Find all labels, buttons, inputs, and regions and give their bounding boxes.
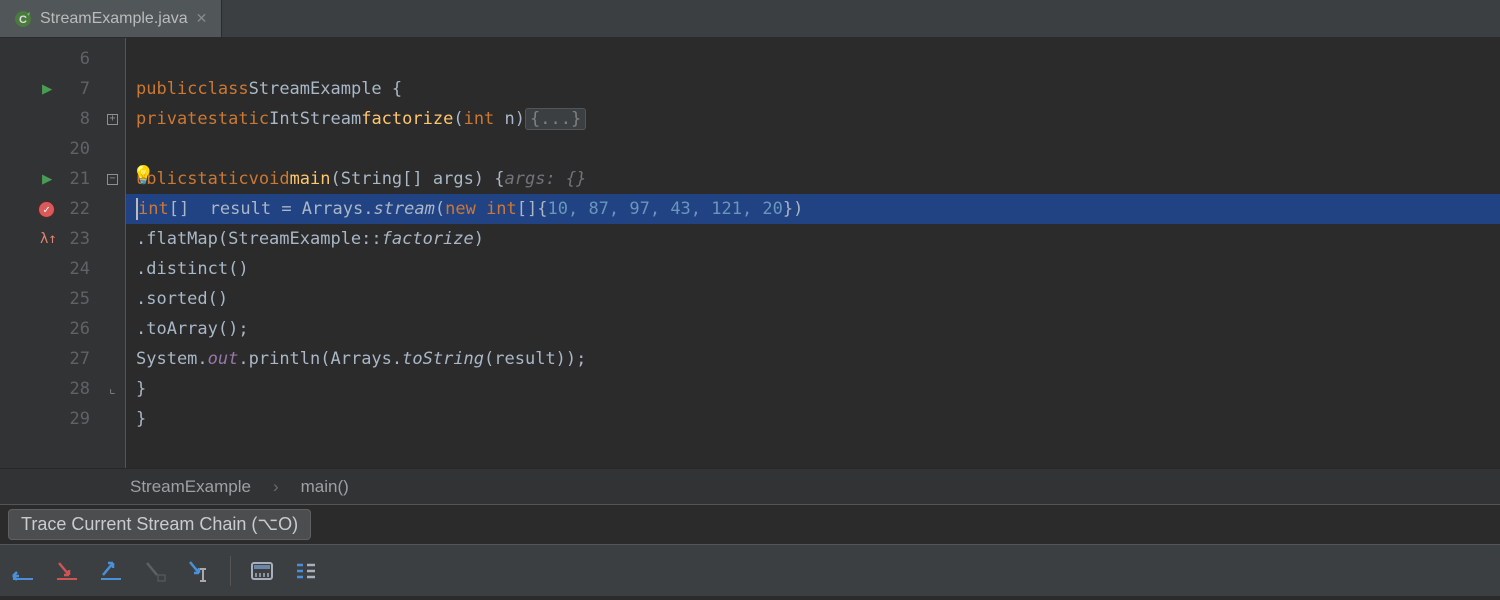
run-to-cursor-button[interactable] (186, 558, 212, 584)
svg-text:C: C (19, 14, 27, 26)
code-line: .distinct() (126, 254, 1500, 284)
trace-stream-chain-button[interactable] (293, 558, 319, 584)
step-over-button[interactable] (10, 558, 36, 584)
intention-bulb-icon[interactable]: 💡 (132, 165, 154, 186)
fold-collapse-icon[interactable]: − (107, 174, 118, 185)
evaluate-expression-button[interactable] (249, 558, 275, 584)
code-line: .sorted() (126, 284, 1500, 314)
editor-tab[interactable]: C StreamExample.java ✕ (0, 0, 222, 37)
chevron-right-icon: › (273, 477, 279, 497)
tab-filename: StreamExample.java (40, 10, 188, 28)
tooltip-row: Trace Current Stream Chain (⌥O) (0, 504, 1500, 544)
code-area[interactable]: 💡 public class StreamExample { private s… (126, 38, 1500, 468)
code-editor[interactable]: 6 ▶7 8 20 ▶21 ✓22 λ↑23 24 25 26 27 28 29… (0, 38, 1500, 468)
code-line: } (126, 374, 1500, 404)
tooltip: Trace Current Stream Chain (⌥O) (8, 509, 311, 540)
breadcrumb-class[interactable]: StreamExample (130, 477, 251, 497)
code-line: System.out.println(Arrays.toString(resul… (126, 344, 1500, 374)
close-icon[interactable]: ✕ (196, 10, 208, 27)
debug-toolbar (0, 544, 1500, 596)
fold-expand-icon[interactable]: + (107, 114, 118, 125)
line-number-gutter: 6 ▶7 8 20 ▶21 ✓22 λ↑23 24 25 26 27 28 29 (0, 38, 100, 468)
folded-region[interactable]: {...} (525, 108, 586, 130)
fold-end-icon[interactable]: ⌞ (108, 381, 116, 397)
code-line: .flatMap(StreamExample::factorize) (126, 224, 1500, 254)
code-line: } (126, 404, 1500, 434)
run-gutter-icon[interactable]: ▶ (42, 79, 52, 99)
tab-bar: C StreamExample.java ✕ (0, 0, 1500, 38)
breadcrumb-method[interactable]: main() (301, 477, 349, 497)
code-line: .toArray(); (126, 314, 1500, 344)
code-line: ublic static void main(String[] args) { … (126, 164, 1500, 194)
code-line: int[] result = Arrays.stream(new int[]{1… (126, 194, 1500, 224)
code-line: public class StreamExample { (126, 74, 1500, 104)
separator (230, 556, 231, 586)
breadcrumb: StreamExample › main() (0, 468, 1500, 504)
code-line (126, 134, 1500, 164)
step-into-button[interactable] (54, 558, 80, 584)
code-line: private static IntStream factorize(int n… (126, 104, 1500, 134)
breakpoint-icon[interactable]: ✓ (38, 201, 55, 218)
step-out-button[interactable] (98, 558, 124, 584)
fold-gutter: + − ⌞ (100, 38, 126, 468)
inline-hint: args: {} (505, 169, 587, 189)
lambda-step-icon[interactable]: λ↑ (40, 231, 57, 247)
code-line (126, 44, 1500, 74)
java-class-icon: C (14, 10, 32, 28)
run-gutter-icon[interactable]: ▶ (42, 169, 52, 189)
force-step-into-button[interactable] (142, 558, 168, 584)
